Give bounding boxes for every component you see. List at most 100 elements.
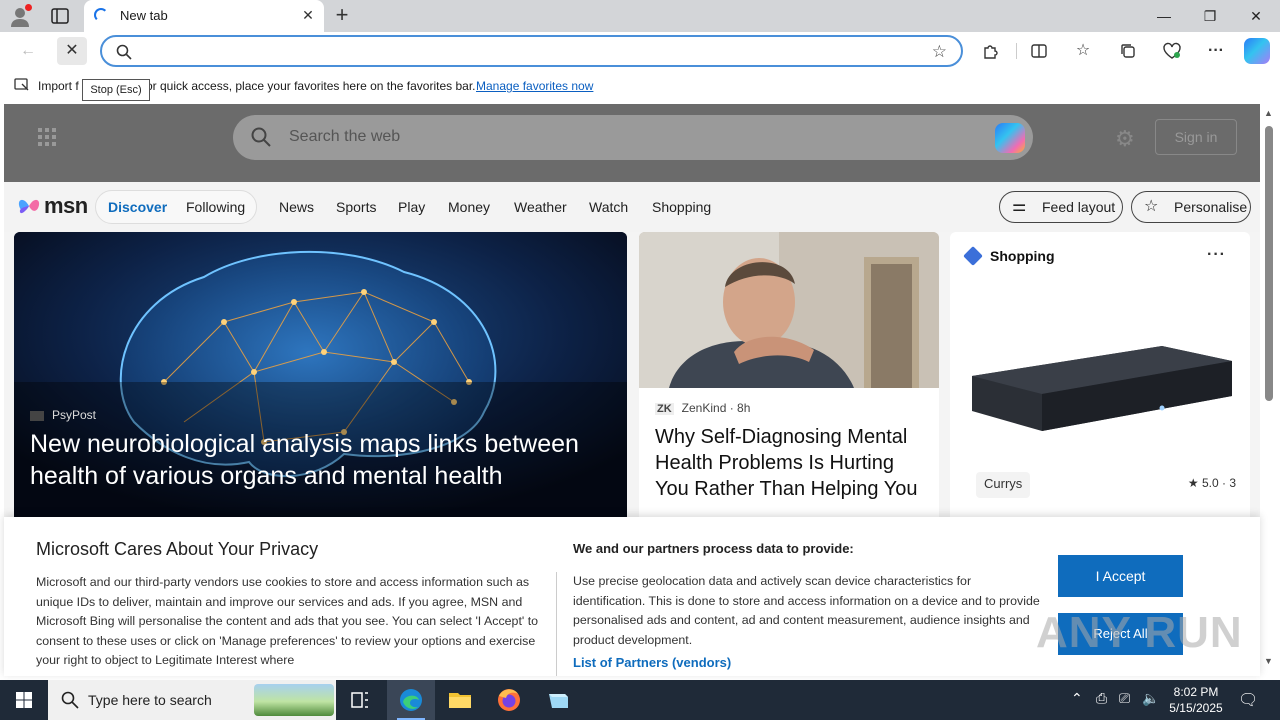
accept-button[interactable]: I Accept xyxy=(1058,555,1183,597)
new-tab-button[interactable]: + xyxy=(330,4,354,28)
nav-sports[interactable]: Sports xyxy=(336,199,376,215)
nav-weather[interactable]: Weather xyxy=(514,199,567,215)
search-icon xyxy=(116,44,132,65)
tab-actions-icon[interactable] xyxy=(48,6,72,26)
tab-new-tab[interactable]: New tab ✕ xyxy=(84,0,324,32)
notifications-icon[interactable]: 🗨 xyxy=(1238,690,1258,710)
copilot-icon[interactable] xyxy=(995,123,1025,153)
search-icon xyxy=(61,691,79,714)
card-headline[interactable]: Why Self-Diagnosing Mental Health Proble… xyxy=(655,424,930,502)
copilot-icon[interactable] xyxy=(1244,38,1270,64)
back-button[interactable]: ← xyxy=(13,37,43,65)
nav-watch[interactable]: Watch xyxy=(589,199,628,215)
privacy-purposes: Use precise geolocation data and activel… xyxy=(573,574,1040,647)
privacy-title: Microsoft Cares About Your Privacy xyxy=(36,539,319,559)
collections-icon[interactable] xyxy=(1113,37,1143,65)
page-scrollbar[interactable]: ▲ ▼ xyxy=(1262,104,1276,676)
app-launcher-icon[interactable] xyxy=(38,128,56,146)
restore-button[interactable]: ❐ xyxy=(1187,0,1233,32)
start-button[interactable] xyxy=(0,680,48,720)
tab-close-icon[interactable]: ✕ xyxy=(300,7,316,23)
nav-shopping[interactable]: Shopping xyxy=(652,199,711,215)
file-explorer-icon[interactable] xyxy=(436,680,484,720)
news-card-secondary[interactable]: ZK ZenKind · 8h Why Self-Diagnosing Menta… xyxy=(639,232,939,522)
scroll-down-arrow-icon[interactable]: ▼ xyxy=(1264,656,1273,666)
scrollbar-thumb[interactable] xyxy=(1265,126,1273,401)
add-favorite-star-icon[interactable]: ☆ xyxy=(932,42,947,62)
feed-layout-button[interactable]: ⚌ Feed layout xyxy=(999,191,1123,223)
import-favorites-icon[interactable] xyxy=(14,78,30,92)
store-badge[interactable]: Currys xyxy=(976,472,1031,498)
taskbar-clock[interactable]: 8:02 PM 5/15/2025 xyxy=(1166,684,1226,716)
settings-more-icon[interactable]: ··· xyxy=(1201,37,1231,65)
shopping-tag-icon xyxy=(963,246,983,266)
nav-news[interactable]: News xyxy=(279,199,314,215)
web-search-box[interactable] xyxy=(233,115,1033,160)
privacy-subtitle: We and our partners process data to prov… xyxy=(573,541,854,556)
favorites-icon[interactable]: ☆ xyxy=(1068,37,1098,65)
address-input[interactable] xyxy=(138,42,918,60)
feed-toggle: Discover Following xyxy=(95,190,257,224)
favorites-bar-message: or quick access, place your favorites he… xyxy=(146,79,476,93)
msn-nav-row: msn Discover Following News Sports Play … xyxy=(4,182,1260,232)
shopping-card-title: Shopping xyxy=(990,248,1055,264)
address-bar[interactable]: ☆ xyxy=(100,35,963,67)
loading-spinner-icon xyxy=(94,8,108,22)
browser-essentials-icon[interactable] xyxy=(1157,37,1187,65)
partners-link[interactable]: List of Partners (vendors) xyxy=(573,655,731,670)
feed-layout-label: Feed layout xyxy=(1042,199,1116,215)
more-options-button[interactable]: ··· xyxy=(1207,246,1226,264)
card-source-name: ZenKind · 8h xyxy=(681,401,751,415)
sign-in-button[interactable]: Sign in xyxy=(1155,119,1237,155)
network-icon[interactable]: ⎚ xyxy=(1119,690,1130,707)
settings-gear-icon[interactable]: ⚙ xyxy=(1115,126,1135,152)
taskbar-search[interactable]: Type here to search xyxy=(48,680,336,720)
close-window-button[interactable]: ✕ xyxy=(1233,0,1279,32)
split-screen-icon[interactable] xyxy=(1024,37,1054,65)
card-source: ZK ZenKind · 8h xyxy=(655,401,750,415)
card-headline[interactable]: New neurobiological analysis maps links … xyxy=(30,428,600,492)
privacy-body: Microsoft and our third-party vendors us… xyxy=(36,575,539,667)
msn-logo-text: msn xyxy=(44,193,88,218)
nav-money[interactable]: Money xyxy=(448,199,490,215)
star-icon: ★ xyxy=(1187,476,1199,490)
manage-favorites-link[interactable]: Manage favorites now xyxy=(476,79,593,93)
tab-discover[interactable]: Discover xyxy=(108,199,167,215)
shopping-card[interactable]: Shopping ··· Currys ★ 5.0 · 3 xyxy=(950,232,1250,522)
tab-strip: New tab ✕ + — ❐ ✕ xyxy=(0,0,1280,32)
psypost-logo-icon xyxy=(30,410,44,421)
anyrun-watermark: ANY RUN xyxy=(1036,608,1243,657)
sliders-icon: ⚌ xyxy=(1012,198,1027,215)
product-rating: ★ 5.0 · 3 xyxy=(1188,476,1236,490)
shopping-card-header: Shopping xyxy=(963,246,1055,266)
edge-taskbar-icon[interactable] xyxy=(387,680,435,720)
extensions-icon[interactable] xyxy=(976,37,1006,65)
zenkind-logo-icon: ZK xyxy=(655,403,674,415)
rating-value: 5.0 · 3 xyxy=(1201,476,1236,490)
web-search-input[interactable] xyxy=(289,127,929,147)
meet-now-icon[interactable]: ⎙ xyxy=(1096,690,1107,707)
search-highlight-image xyxy=(254,684,334,716)
privacy-divider xyxy=(556,572,557,676)
card-source-name: PsyPost xyxy=(52,408,97,422)
personalise-button[interactable]: ☆ Personalise xyxy=(1131,191,1251,223)
msn-header: ⚙ Sign in xyxy=(4,104,1260,182)
minimize-button[interactable]: — xyxy=(1141,0,1187,32)
task-view-icon[interactable] xyxy=(336,680,384,720)
volume-icon[interactable]: 🔈 xyxy=(1142,690,1159,707)
nav-play[interactable]: Play xyxy=(398,199,425,215)
show-hidden-icons-icon[interactable]: ⌃ xyxy=(1071,690,1083,707)
windows-taskbar: Type here to search ⌃ ⎙ ⎚ 🔈 8:02 PM 5/15… xyxy=(0,680,1280,720)
import-favorites-text[interactable]: Import f xyxy=(38,79,79,93)
notepad-icon[interactable] xyxy=(534,680,582,720)
profile-icon[interactable] xyxy=(8,4,32,28)
card-source: PsyPost xyxy=(30,408,96,422)
stop-button[interactable]: ✕ xyxy=(57,37,87,65)
scroll-up-arrow-icon[interactable]: ▲ xyxy=(1264,108,1273,118)
news-card-main[interactable]: PsyPost New neurobiological analysis map… xyxy=(14,232,627,522)
clock-date: 5/15/2025 xyxy=(1169,701,1223,715)
tab-following[interactable]: Following xyxy=(186,199,245,215)
taskbar-search-text: Type here to search xyxy=(88,692,212,708)
firefox-icon[interactable] xyxy=(485,680,533,720)
favorites-bar: Import f or quick access, place your fav… xyxy=(0,70,1280,104)
